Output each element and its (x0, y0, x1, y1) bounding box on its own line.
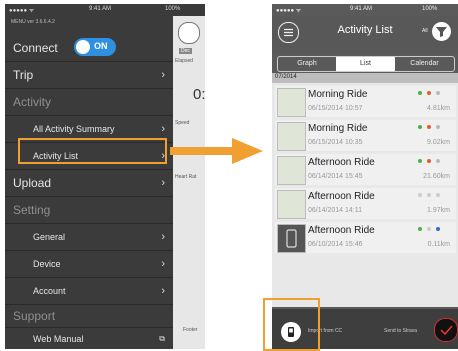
activity-distance: 21.60km (423, 173, 450, 180)
route-map-thumbnail (277, 122, 306, 151)
activity-name: Morning Ride (308, 123, 368, 134)
activity-date: 06/15/2014 10:57 (308, 105, 363, 112)
sync-status-dots (418, 193, 446, 199)
menu-item-account[interactable]: Account › (5, 278, 173, 304)
activity-date: 06/10/2014 15:46 (308, 241, 363, 248)
toggle-state: ON (94, 41, 108, 51)
connect-label: Connect (13, 41, 58, 55)
activity-distance: 9.02km (427, 139, 450, 146)
menu-item-trip[interactable]: Trip › (5, 62, 173, 88)
list-item[interactable]: Afternoon Ride 06/14/2014 14:11 1.97km (275, 188, 456, 219)
menu-section-support: Support (5, 305, 173, 327)
bg-speed-label: Speed (175, 120, 190, 126)
menu-item-general[interactable]: General › (5, 224, 173, 250)
status-bar: ●●●●● ᯤ 9:41 AM 100% (5, 4, 205, 16)
bg-footer-label: Footer (183, 327, 198, 333)
section-label: Support (13, 309, 56, 323)
activity-name: Afternoon Ride (308, 157, 375, 168)
month-header: 07/2014 (272, 73, 458, 83)
filter-icon[interactable] (432, 22, 451, 41)
list-item[interactable]: Morning Ride 06/15/2014 10:35 9.02km (275, 120, 456, 151)
section-label: Setting (13, 203, 51, 217)
status-bar: ●●●●● ᯤ 9:41 AM 100% (272, 4, 458, 16)
activity-list-highlight (18, 138, 167, 164)
menu-item-label: All Activity Summary (33, 124, 115, 134)
menu-item-label: Web Manual (33, 333, 84, 344)
menu-screen: ●●●●● ᯤ 9:41 AM 100% MENU ver 3.6.6.4.2 … (5, 4, 205, 349)
activity-distance: 4.81km (427, 105, 450, 112)
chevron-right-icon: › (161, 285, 165, 297)
send-label: Send to Strava (384, 328, 418, 334)
status-time: 9:41 AM (89, 6, 112, 12)
menu-item-label: Device (33, 259, 61, 269)
activity-date: 06/15/2014 10:35 (308, 139, 363, 146)
list-item[interactable]: Afternoon Ride 06/14/2014 15:45 21.60km (275, 154, 456, 185)
signal-indicator: ●●●●● ᯤ (9, 8, 35, 14)
toggle-knob (76, 40, 90, 54)
device-thumbnail (277, 224, 306, 253)
activity-date: 06/14/2014 14:11 (308, 207, 362, 214)
route-map-thumbnail (277, 190, 306, 219)
menu-item-label: Trip (13, 68, 34, 82)
menu-section-activity: Activity (5, 89, 173, 115)
menu-version: MENU ver 3.6.6.4.2 (11, 19, 55, 25)
activity-name: Morning Ride (308, 89, 368, 100)
bg-dec-label: Dec (179, 48, 192, 54)
external-link-icon: ⧉ (159, 333, 165, 343)
filter-label: All (422, 28, 428, 34)
menu-item-label: Account (33, 286, 66, 296)
chevron-right-icon: › (161, 123, 165, 135)
bg-heart-label: Heart Rat (175, 174, 197, 180)
chevron-right-icon: › (161, 69, 165, 81)
route-map-thumbnail (277, 88, 306, 117)
activity-list: Morning Ride 06/15/2014 10:57 4.81km Mor… (272, 83, 458, 307)
activity-distance: 0.11km (427, 241, 450, 248)
activity-distance: 1.97km (427, 207, 450, 214)
month-label: 07/2014 (275, 74, 297, 80)
tab-calendar[interactable]: Calendar (395, 57, 454, 71)
menu-section-setting: Setting (5, 197, 173, 223)
list-item[interactable]: Morning Ride 06/15/2014 10:57 4.81km (275, 86, 456, 117)
section-label: Activity (13, 95, 52, 109)
menu-icon[interactable] (178, 22, 200, 44)
menu-item-device[interactable]: Device › (5, 251, 173, 277)
menu-item-label: Upload (13, 176, 52, 190)
bg-elapsed-label: Elapsed (175, 58, 194, 64)
chevron-right-icon: › (161, 231, 165, 243)
battery-indicator: 100% (165, 6, 181, 12)
route-map-thumbnail (277, 156, 306, 185)
background-screen: Dec Elapsed 0: Speed Heart Rat Footer (173, 16, 205, 349)
sync-status-dots (418, 227, 446, 233)
chevron-right-icon: › (161, 177, 165, 189)
import-highlight (263, 298, 320, 351)
menu-item-upload[interactable]: Upload › (5, 170, 173, 196)
chevron-right-icon: › (161, 258, 165, 270)
activity-name: Afternoon Ride (308, 191, 375, 202)
sync-status-dots (418, 159, 446, 165)
page-title: Activity List (337, 24, 393, 36)
activity-name: Afternoon Ride (308, 225, 375, 236)
bg-big-value: 0: (193, 86, 205, 103)
menu-item-label: General (33, 232, 66, 242)
send-to-strava-button[interactable] (434, 318, 458, 342)
status-time: 9:41 AM (350, 6, 373, 12)
activity-date: 06/14/2014 15:45 (308, 173, 363, 180)
menu-item-web-manual[interactable]: Web Manual ⧉ (5, 328, 173, 349)
sync-status-dots (418, 125, 446, 131)
sync-status-dots (418, 91, 446, 97)
tab-list[interactable]: List (336, 57, 395, 71)
signal-indicator: ●●●●● ᯤ (276, 8, 302, 14)
battery-indicator: 100% (422, 6, 438, 12)
view-tabs: Graph List Calendar (277, 56, 455, 72)
list-item[interactable]: Afternoon Ride 06/10/2014 15:46 0.11km (275, 222, 456, 253)
arrow-right-icon (170, 138, 263, 164)
tab-graph[interactable]: Graph (278, 57, 336, 71)
connect-toggle[interactable]: ON (74, 38, 116, 56)
